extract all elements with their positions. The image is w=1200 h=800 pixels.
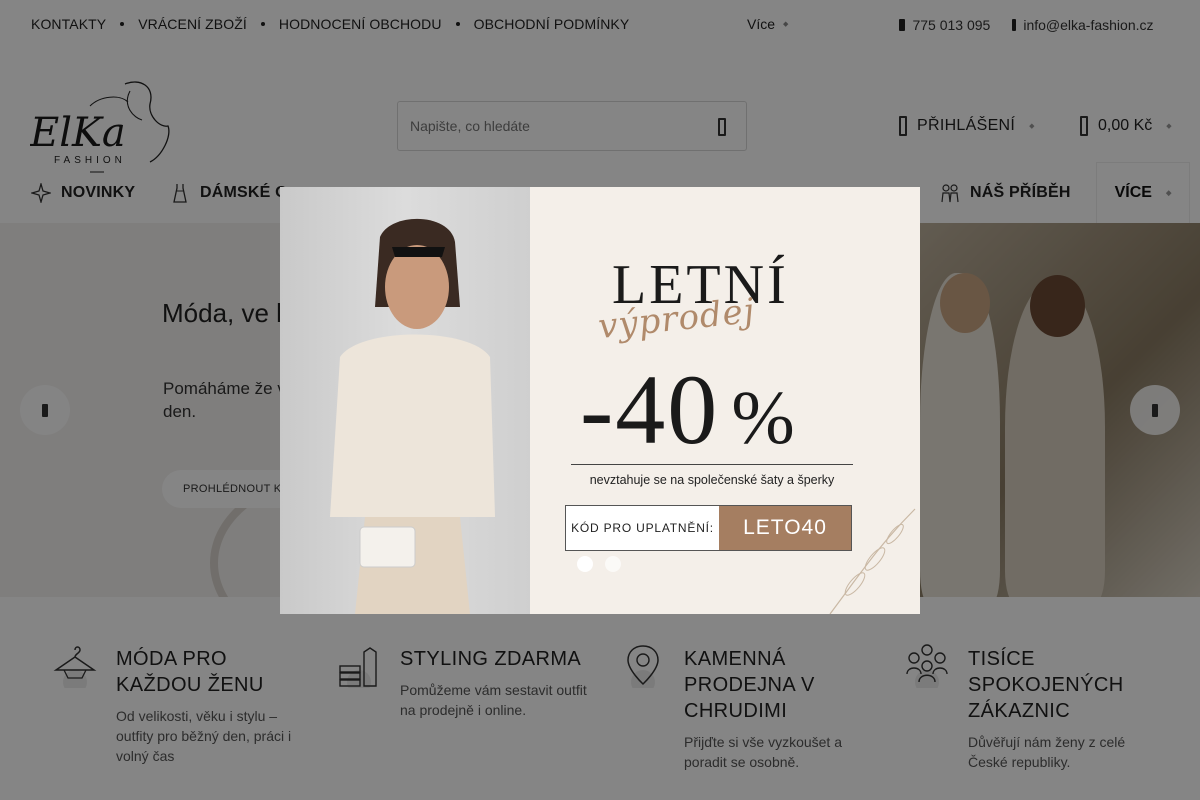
- discount-value: -40: [580, 354, 720, 465]
- divider: [571, 464, 853, 465]
- pagination-dot-active[interactable]: [577, 556, 593, 572]
- popup-model-photo: [330, 218, 495, 614]
- popup-note: nevztahuje se na společenské šaty a šper…: [589, 473, 835, 487]
- pagination-dot[interactable]: [605, 556, 621, 572]
- percent-sign: %: [731, 376, 797, 460]
- promo-code-label: KÓD PRO UPLATNĚNÍ:: [571, 521, 714, 535]
- promo-popup[interactable]: LETNÍ výprodej -40% nevztahuje se na spo…: [280, 187, 920, 614]
- promo-code-box: KÓD PRO UPLATNĚNÍ: LETO40: [565, 505, 852, 551]
- popup-pagination: [577, 556, 621, 572]
- promo-code[interactable]: LETO40: [719, 506, 851, 550]
- popup-discount: -40%: [580, 352, 797, 467]
